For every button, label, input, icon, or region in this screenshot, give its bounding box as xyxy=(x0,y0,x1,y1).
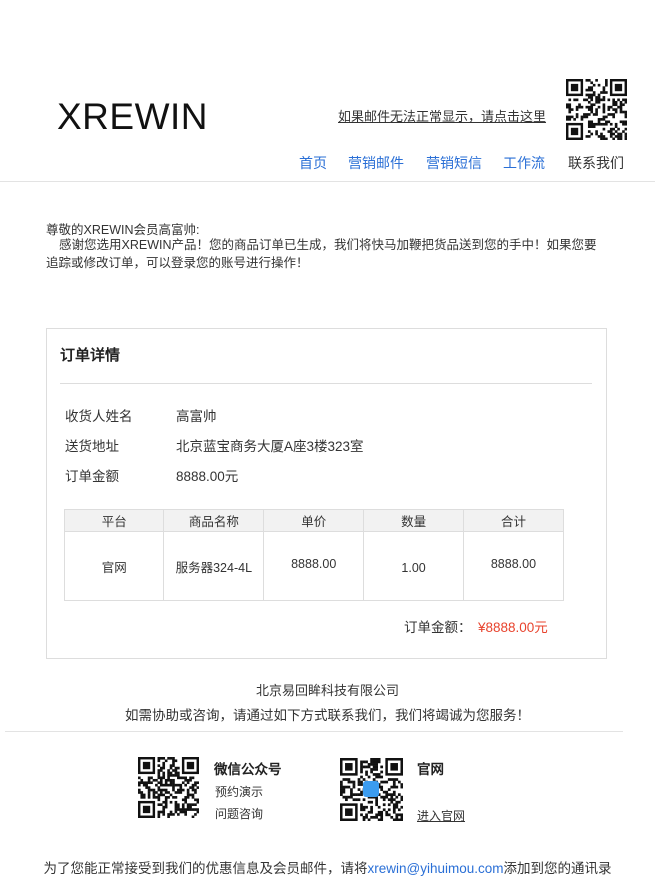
col-product-name: 商品名称 xyxy=(163,509,265,532)
field-value-amount: 8888.00元 xyxy=(176,469,239,484)
cell-quantity: 1.00 xyxy=(363,531,464,601)
order-details-card xyxy=(46,328,607,659)
nav-home[interactable]: 首页 xyxy=(299,153,327,173)
order-items-table: 平台 商品名称 单价 数量 合计 官网 服务器324-4L 8888.00 1.… xyxy=(63,509,565,601)
ask-question-link[interactable]: 问题咨询 xyxy=(215,805,263,822)
nav-email-marketing[interactable]: 营销邮件 xyxy=(348,153,404,173)
site-logo-icon xyxy=(363,781,379,797)
col-quantity: 数量 xyxy=(363,509,464,532)
add-contact-suffix: 添加到您的通讯录 xyxy=(503,861,612,876)
order-details-title: 订单详情 xyxy=(60,347,121,364)
field-label-amount: 订单金额 xyxy=(65,469,119,484)
site-qr-wrapper xyxy=(340,758,404,822)
cell-unit-price: 8888.00 xyxy=(263,531,365,601)
order-total-label: 订单金额： xyxy=(404,620,472,635)
col-platform: 平台 xyxy=(63,509,165,532)
table-header-row: 平台 商品名称 单价 数量 合计 xyxy=(63,509,565,532)
company-name: 北京易回眸科技有限公司 xyxy=(255,683,399,698)
col-unit-price: 单价 xyxy=(263,509,365,532)
add-contact-note: 为了您能正常接受到我们的优惠信息及会员邮件，请将xrewin@yihuimou.… xyxy=(0,857,655,877)
wechat-title: 微信公众号 xyxy=(214,762,282,777)
header-qr-code xyxy=(566,79,627,140)
cell-product-name: 服务器324-4L xyxy=(163,531,265,601)
wechat-qr-code xyxy=(138,757,199,818)
site-title: 官网 xyxy=(417,762,444,777)
cell-platform: 官网 xyxy=(63,531,165,601)
help-text: 如需协助或咨询，请通过如下方式联系我们，我们将竭诚为您服务！ xyxy=(125,708,530,723)
field-value-address: 北京蓝宝商务大厦A座3楼323室 xyxy=(176,439,364,454)
footer-divider xyxy=(5,731,623,732)
nav-workflow[interactable]: 工作流 xyxy=(503,153,545,173)
brand-logo: XREWIN xyxy=(57,96,208,137)
order-total-value: ¥8888.00元 xyxy=(478,620,548,635)
field-label-recipient: 收货人姓名 xyxy=(65,409,133,424)
intro-text: 感谢您选用XREWIN产品！您的商品订单已生成，我们将快马加鞭把货品送到您的手中… xyxy=(46,238,597,270)
order-card-divider xyxy=(60,383,592,384)
add-contact-prefix: 为了您能正常接受到我们的优惠信息及会员邮件，请将 xyxy=(43,861,368,876)
header-divider xyxy=(0,181,655,182)
field-value-recipient: 高富帅 xyxy=(176,409,217,424)
book-demo-link[interactable]: 预约演示 xyxy=(215,783,263,800)
view-in-browser-link[interactable]: 如果邮件无法正常显示，请点击这里 xyxy=(338,106,546,125)
contact-email[interactable]: xrewin@yihuimou.com xyxy=(368,861,504,876)
cell-subtotal: 8888.00 xyxy=(462,531,565,601)
nav-contact-us[interactable]: 联系我们 xyxy=(568,153,624,173)
col-subtotal: 合计 xyxy=(462,509,565,532)
field-label-address: 送货地址 xyxy=(65,439,119,454)
nav-sms-marketing[interactable]: 营销短信 xyxy=(426,153,482,173)
table-row: 官网 服务器324-4L 8888.00 1.00 8888.00 xyxy=(63,531,565,601)
visit-site-link[interactable]: 进入官网 xyxy=(417,807,465,824)
